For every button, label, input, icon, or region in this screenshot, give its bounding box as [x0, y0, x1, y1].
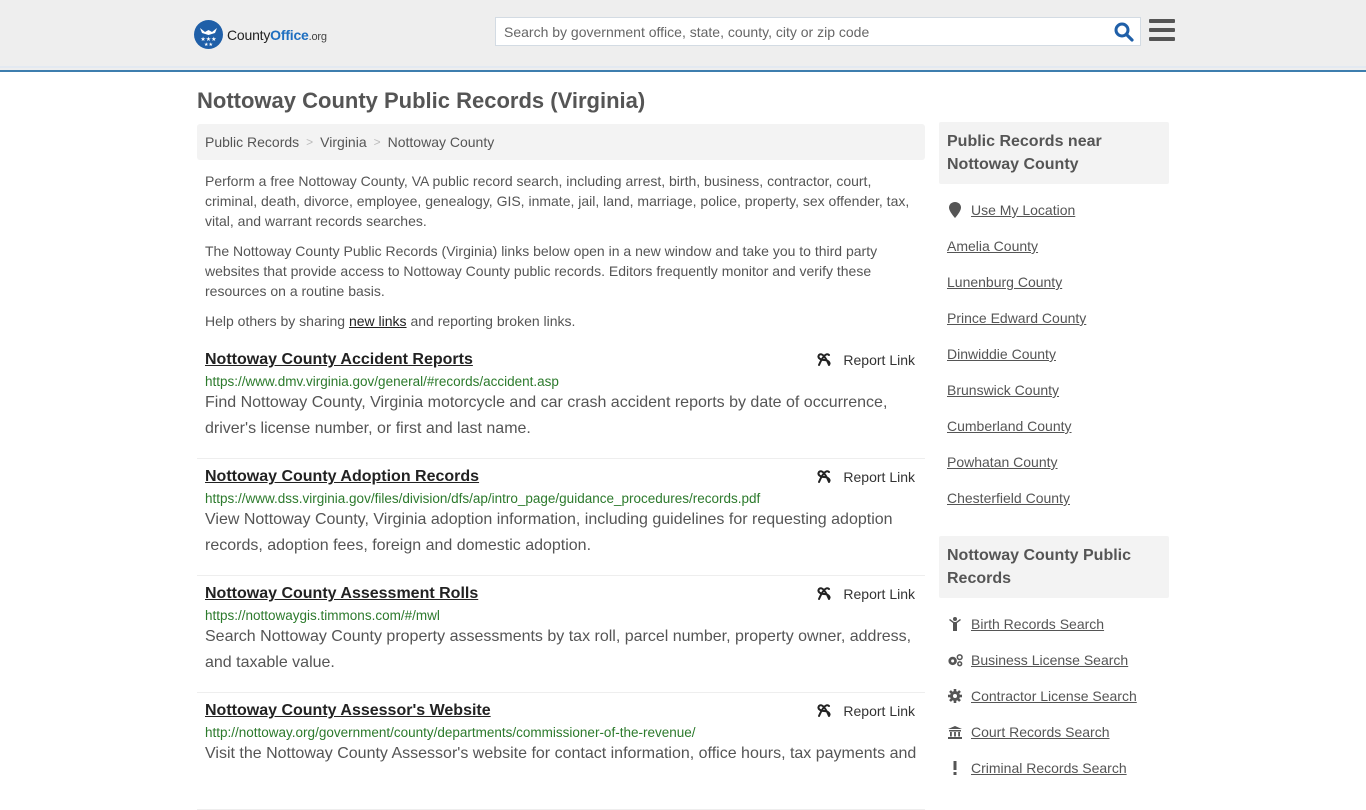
record-title-link[interactable]: Nottoway County Assessor's Website: [205, 702, 491, 720]
logo-text: CountyOffice.org: [227, 27, 327, 43]
record-description: View Nottoway County, Virginia adoption …: [205, 511, 893, 554]
report-link-button[interactable]: Report Link: [816, 703, 915, 719]
logo-brand-office: Office: [270, 26, 309, 43]
nearby-counties-list: Use My Location Amelia County Lunenburg …: [939, 184, 1169, 516]
broken-link-icon: [817, 704, 831, 717]
nearby-county-link[interactable]: Prince Edward County: [947, 310, 1086, 326]
nearby-county-item: Cumberland County: [947, 408, 1161, 444]
county-record-link[interactable]: Court Records Search: [971, 724, 1110, 740]
record-url[interactable]: https://www.dss.virginia.gov/files/divis…: [205, 491, 917, 506]
breadcrumb-virginia[interactable]: Virginia: [320, 134, 366, 150]
nearby-county-item: Amelia County: [947, 228, 1161, 264]
record-title-link[interactable]: Nottoway County Assessment Rolls: [205, 585, 478, 603]
hamburger-menu-icon-bar: [1149, 19, 1175, 23]
county-record-item: Criminal Records Search: [947, 750, 1161, 786]
report-link-button[interactable]: Report Link: [816, 469, 915, 485]
breadcrumb-current: Nottoway County: [387, 134, 495, 150]
record-url[interactable]: http://nottoway.org/government/county/de…: [205, 725, 917, 740]
share-links-paragraph: Help others by sharing new links and rep…: [205, 311, 920, 331]
logo-brand-suffix: .org: [308, 30, 327, 43]
child-icon: [947, 617, 963, 631]
share-text: and reporting broken links.: [406, 313, 576, 329]
breadcrumb-separator: >: [373, 135, 381, 149]
report-link-label: Report Link: [843, 703, 915, 719]
county-record-item: Business License Search: [947, 642, 1161, 678]
breadcrumb-separator: >: [306, 135, 314, 149]
county-record-link[interactable]: Birth Records Search: [971, 616, 1104, 632]
county-records-list: Birth Records Search Business License Se…: [939, 598, 1169, 786]
nearby-county-item: Chesterfield County: [947, 480, 1161, 516]
hamburger-menu-icon-bar: [1149, 37, 1175, 41]
broken-link-icon: [817, 353, 831, 366]
hamburger-menu-icon-bar: [1149, 28, 1175, 32]
record-title-link[interactable]: Nottoway County Accident Reports: [205, 351, 473, 369]
county-record-item: Court Records Search: [947, 714, 1161, 750]
record-item: Nottoway County Assessor's Website Repor…: [197, 693, 925, 810]
report-link-button[interactable]: Report Link: [816, 352, 915, 368]
county-record-link[interactable]: Business License Search: [971, 652, 1128, 668]
use-location-item: Use My Location: [947, 192, 1161, 228]
county-record-link[interactable]: Contractor License Search: [971, 688, 1137, 704]
nearby-county-link[interactable]: Dinwiddie County: [947, 346, 1056, 362]
nearby-county-item: Brunswick County: [947, 372, 1161, 408]
nearby-county-link[interactable]: Powhatan County: [947, 454, 1058, 470]
county-records-heading: Nottoway County Public Records: [939, 536, 1169, 598]
record-description: Find Nottoway County, Virginia motorcycl…: [205, 394, 888, 437]
record-description: Visit the Nottoway County Assessor's web…: [205, 745, 917, 762]
nearby-records-heading: Public Records near Nottoway County: [939, 122, 1169, 184]
logo-brand-county: County: [227, 26, 271, 43]
broken-link-icon: [817, 587, 831, 600]
record-url[interactable]: https://nottowaygis.timmons.com/#/mwl: [205, 608, 917, 623]
record-url[interactable]: https://www.dmv.virginia.gov/general/#re…: [205, 374, 917, 389]
exclamation-icon: [947, 761, 963, 775]
eagle-logo-icon: ★★★ ★★: [194, 20, 223, 49]
courthouse-icon: [947, 725, 963, 739]
nearby-county-item: Prince Edward County: [947, 300, 1161, 336]
report-link-label: Report Link: [843, 352, 915, 368]
search-icon: [1114, 22, 1134, 42]
search-input[interactable]: [496, 18, 1096, 45]
intro-paragraph: The Nottoway County Public Records (Virg…: [205, 243, 878, 299]
county-record-item: Birth Records Search: [947, 606, 1161, 642]
record-item: Nottoway County Accident Reports Report …: [197, 342, 925, 459]
nearby-county-item: Lunenburg County: [947, 264, 1161, 300]
nearby-county-item: Dinwiddie County: [947, 336, 1161, 372]
report-link-label: Report Link: [843, 469, 915, 485]
share-text: Help others by sharing: [205, 313, 349, 329]
county-record-link[interactable]: Criminal Records Search: [971, 760, 1127, 776]
nearby-county-link[interactable]: Brunswick County: [947, 382, 1059, 398]
county-record-item: Contractor License Search: [947, 678, 1161, 714]
report-link-button[interactable]: Report Link: [816, 586, 915, 602]
record-item: Nottoway County Adoption Records Report …: [197, 459, 925, 576]
nearby-county-link[interactable]: Lunenburg County: [947, 274, 1062, 290]
map-marker-icon: [947, 202, 963, 218]
report-link-label: Report Link: [843, 586, 915, 602]
record-description: Search Nottoway County property assessme…: [205, 628, 912, 671]
intro-text: Perform a free Nottoway County, VA publi…: [205, 171, 920, 341]
gear-icon: [947, 689, 963, 703]
nearby-county-link[interactable]: Cumberland County: [947, 418, 1072, 434]
svg-text:★★: ★★: [204, 42, 213, 48]
broken-link-icon: [817, 470, 831, 483]
record-item: Nottoway County Assessment Rolls Report …: [197, 576, 925, 693]
gears-icon: [947, 653, 963, 667]
use-my-location-link[interactable]: Use My Location: [971, 202, 1075, 218]
page-title: Nottoway County Public Records (Virginia…: [197, 88, 646, 113]
record-list: Nottoway County Accident Reports Report …: [197, 342, 925, 810]
breadcrumb: Public Records > Virginia > Nottoway Cou…: [197, 124, 925, 160]
breadcrumb-public-records[interactable]: Public Records: [205, 134, 299, 150]
record-title-link[interactable]: Nottoway County Adoption Records: [205, 468, 479, 486]
nearby-county-link[interactable]: Chesterfield County: [947, 490, 1070, 506]
search-button[interactable]: [1114, 22, 1134, 42]
nearby-county-link[interactable]: Amelia County: [947, 238, 1038, 254]
sidebar: Public Records near Nottoway County Use …: [939, 122, 1169, 794]
nearby-county-item: Powhatan County: [947, 444, 1161, 480]
hamburger-menu-button[interactable]: [1149, 19, 1175, 43]
search-box: [495, 17, 1141, 46]
new-links-link[interactable]: new links: [349, 313, 407, 329]
site-header: ★★★ ★★ CountyOffice.org: [0, 0, 1366, 72]
intro-paragraph: Perform a free Nottoway County, VA publi…: [205, 173, 910, 229]
site-logo[interactable]: ★★★ ★★ CountyOffice.org: [194, 20, 327, 49]
